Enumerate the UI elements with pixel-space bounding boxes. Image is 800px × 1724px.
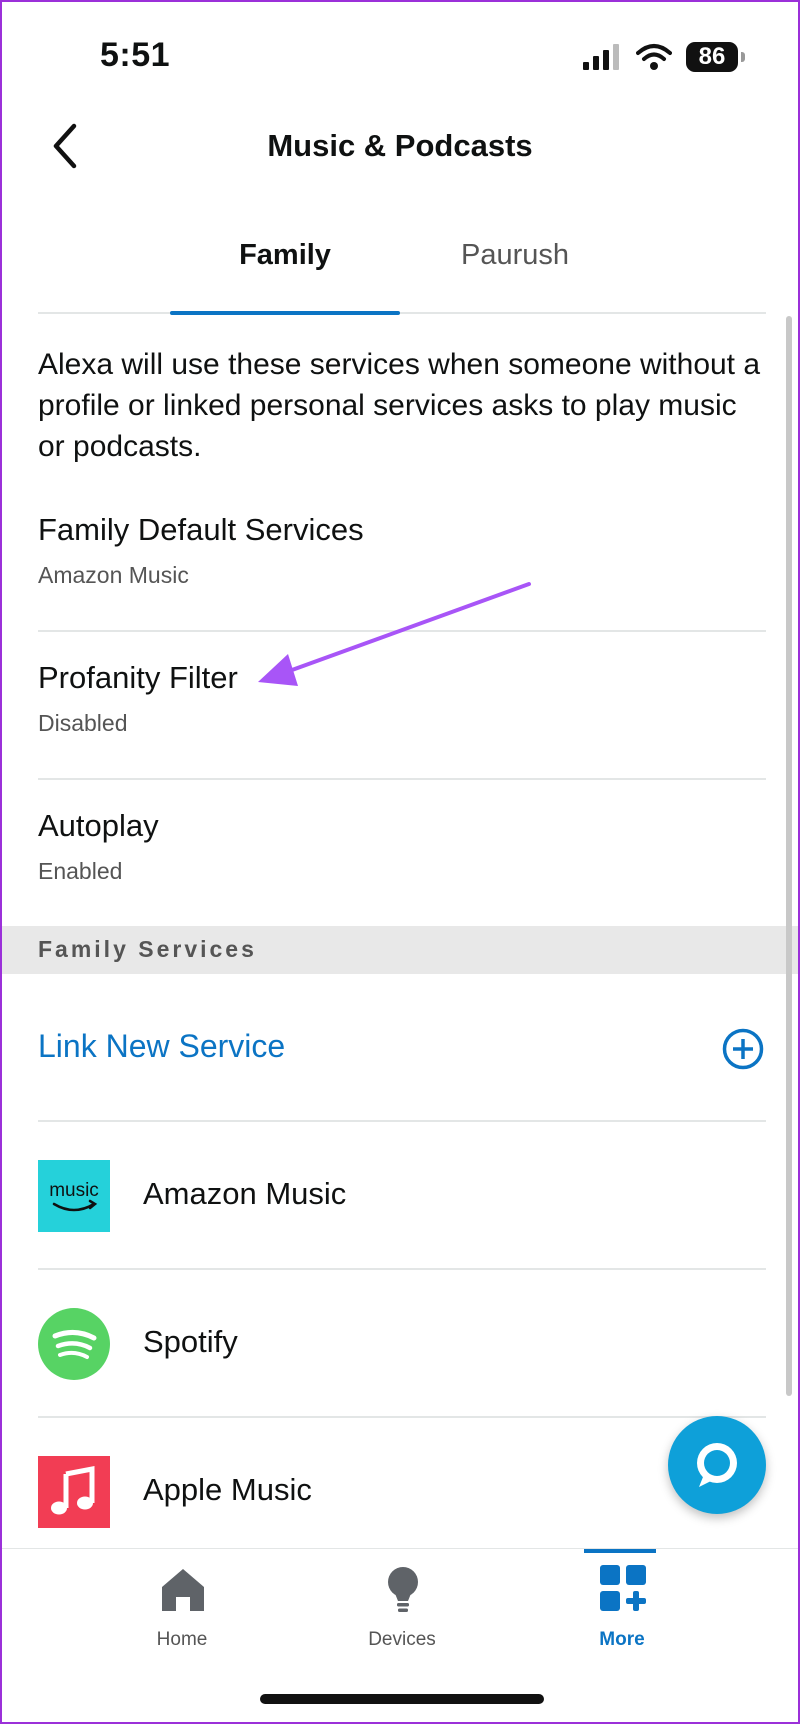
nav-devices[interactable]: Devices <box>302 1549 502 1669</box>
apple-music-logo-icon <box>38 1456 110 1528</box>
nav-home[interactable]: Home <box>82 1549 282 1669</box>
family-services-section-header: Family Services <box>2 926 798 974</box>
scrollbar[interactable] <box>786 316 792 1396</box>
amazon-music-logo-icon: music <box>38 1160 110 1232</box>
service-name: Spotify <box>143 1324 238 1359</box>
spotify-logo-icon <box>38 1308 110 1380</box>
nav-label: More <box>599 1629 645 1650</box>
app-screen: 5:51 86 Music & Podcasts Family Paurush … <box>0 0 800 1724</box>
link-new-service-label: Link New Service <box>38 1028 286 1064</box>
service-apple-music[interactable]: Apple Music <box>38 1418 766 1564</box>
annotation-arrow <box>258 582 531 686</box>
home-indicator-bar[interactable] <box>260 1694 544 1704</box>
alexa-voice-button[interactable] <box>668 1416 766 1514</box>
service-amazon-music[interactable]: music Amazon Music <box>38 1122 766 1270</box>
service-spotify[interactable]: Spotify <box>38 1270 766 1418</box>
service-name: Apple Music <box>143 1472 312 1507</box>
section-label: Family Services <box>38 936 257 962</box>
home-icon <box>162 1569 204 1611</box>
alexa-icon <box>697 1443 737 1487</box>
setting-title: Autoplay <box>38 808 159 843</box>
nav-more[interactable]: More <box>522 1549 722 1669</box>
nav-label: Home <box>156 1629 208 1650</box>
nav-label: Devices <box>368 1629 436 1650</box>
add-circle-icon <box>722 1028 764 1070</box>
service-name: Amazon Music <box>143 1176 347 1211</box>
lightbulb-icon <box>388 1567 418 1612</box>
grid-plus-icon <box>600 1565 646 1611</box>
link-new-service-row[interactable]: Link New Service <box>38 974 766 1122</box>
logo-text: music <box>49 1180 99 1201</box>
setting-value: Enabled <box>38 858 123 884</box>
